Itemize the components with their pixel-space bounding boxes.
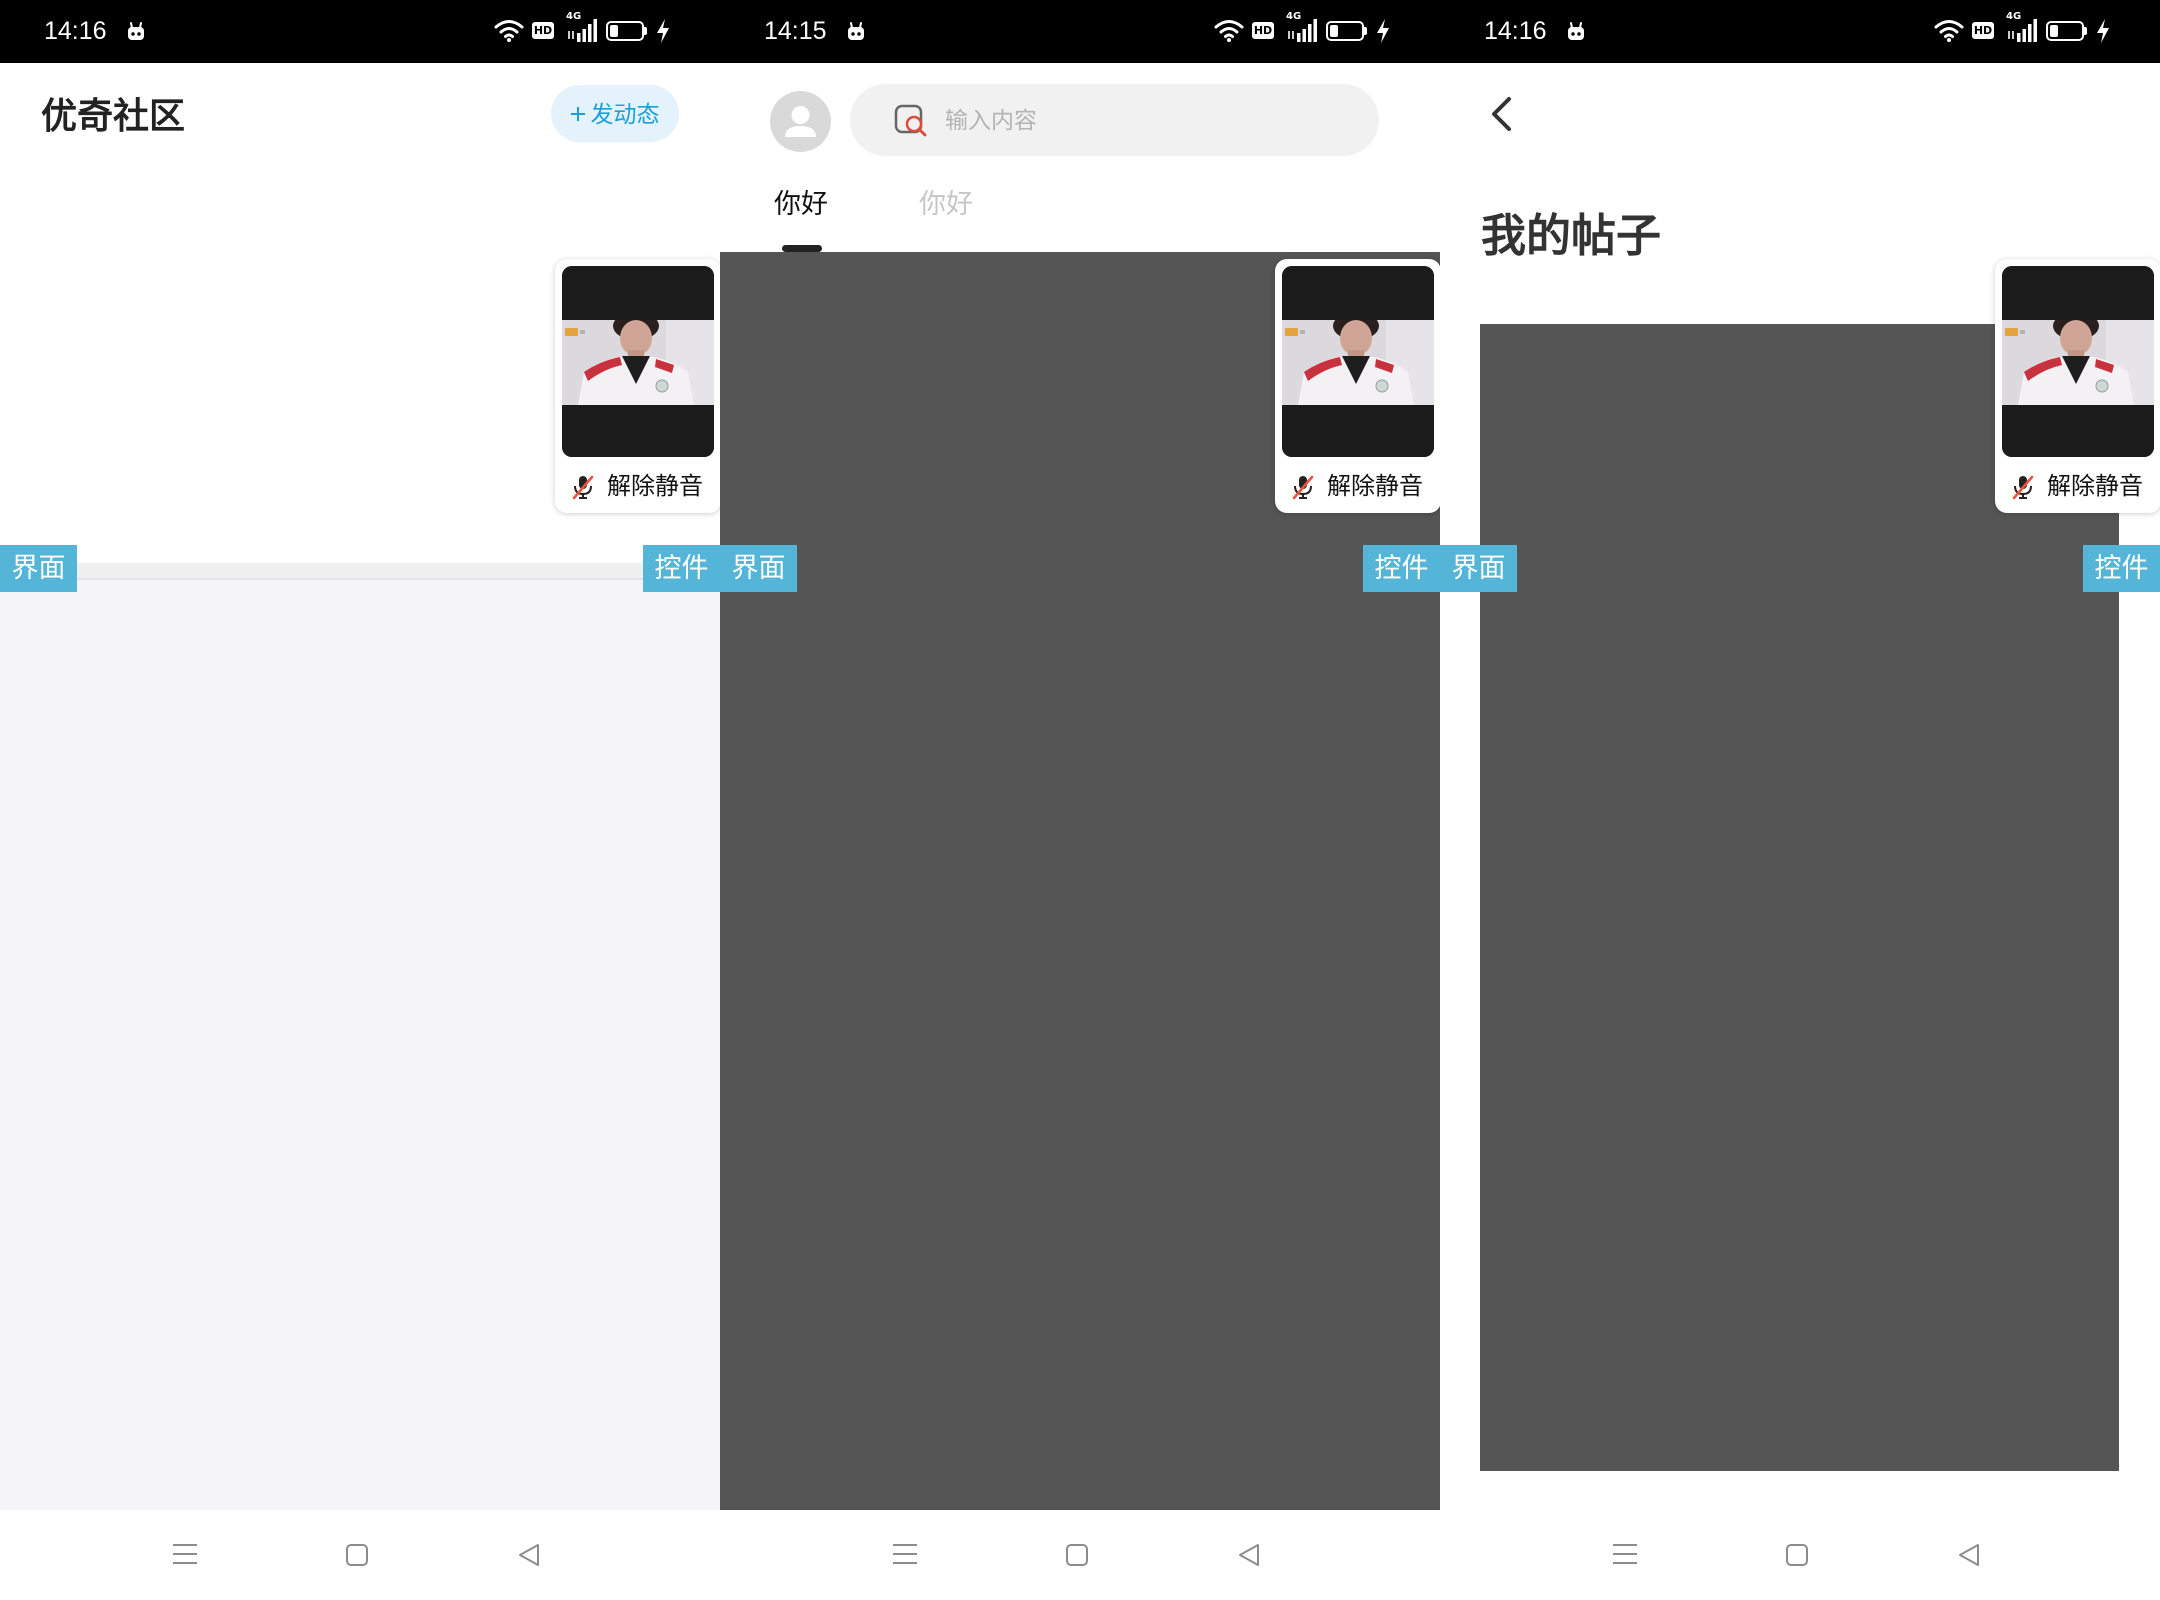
floating-video-window[interactable]: 解除静音 <box>1995 259 2160 513</box>
status-bar: 14:16 HD 4G <box>1440 0 2160 63</box>
debug-tag-widget: 控件 <box>2083 545 2160 592</box>
search-bar[interactable] <box>850 84 1379 156</box>
app-notification-icon <box>125 20 147 42</box>
signal-icon <box>2006 17 2038 43</box>
battery-tip <box>644 27 647 35</box>
floating-video-window[interactable]: 解除静音 <box>555 259 720 513</box>
battery-level <box>2050 25 2058 37</box>
wifi-icon <box>1214 18 1244 42</box>
menu-icon[interactable] <box>892 1543 918 1565</box>
menu-icon[interactable] <box>1612 1543 1638 1565</box>
charging-icon <box>2095 18 2111 44</box>
tab-hello-2[interactable]: 你好 <box>919 186 973 222</box>
mic-off-icon <box>1290 474 1316 500</box>
unmute-button[interactable]: 解除静音 <box>1995 463 2160 509</box>
status-time: 14:15 <box>764 17 827 45</box>
back-icon[interactable] <box>1237 1543 1261 1567</box>
my-posts-screen: 14:16 HD 4G 我的帖子 解除静音 界面 控件 <box>1440 0 2160 1600</box>
back-icon[interactable] <box>517 1543 541 1567</box>
plus-icon <box>570 106 585 121</box>
tab-hello-1[interactable]: 你好 <box>774 186 828 222</box>
status-time: 14:16 <box>1484 17 1547 45</box>
battery-tip <box>1364 27 1367 35</box>
debug-tag-widget: 控件 <box>643 545 720 592</box>
battery-icon <box>606 21 644 41</box>
system-nav-bar <box>720 1510 1440 1600</box>
mic-off-icon <box>570 474 596 500</box>
search-input[interactable] <box>945 84 1355 156</box>
status-time: 14:16 <box>44 17 107 45</box>
search-feed-screen: 14:15 HD 4G 你好 你好 解除静音 界面 控件 <box>720 0 1440 1600</box>
community-home-screen: 14:16 HD 4G 优奇社区 发动态 解除静音 界面 控件 <box>0 0 720 1600</box>
home-icon[interactable] <box>1786 1544 1808 1566</box>
video-feed[interactable] <box>1282 266 1434 457</box>
system-nav-bar <box>1440 1510 2160 1600</box>
floating-video-window[interactable]: 解除静音 <box>1275 259 1440 513</box>
chevron-left-icon[interactable] <box>1486 92 1516 136</box>
mic-off-icon <box>2010 474 2036 500</box>
app-notification-icon <box>845 20 867 42</box>
wifi-icon <box>494 18 524 42</box>
charging-icon <box>655 18 671 44</box>
debug-tag-screen: 界面 <box>1440 545 1517 592</box>
unmute-button-label: 解除静音 <box>1327 473 1423 500</box>
charging-icon <box>1375 18 1391 44</box>
status-bar: 14:15 HD 4G <box>720 0 1440 63</box>
post-button[interactable]: 发动态 <box>551 85 679 142</box>
back-icon[interactable] <box>1957 1543 1981 1567</box>
video-feed[interactable] <box>2002 266 2154 457</box>
hd-icon: HD <box>1252 22 1274 39</box>
video-feed[interactable] <box>562 266 714 457</box>
app-notification-icon <box>1565 20 1587 42</box>
unmute-button[interactable]: 解除静音 <box>555 463 720 509</box>
unmute-button-label: 解除静音 <box>607 473 703 500</box>
battery-level <box>1330 25 1338 37</box>
menu-icon[interactable] <box>172 1543 198 1565</box>
unmute-button-label: 解除静音 <box>2047 473 2143 500</box>
page-title: 优奇社区 <box>41 95 186 136</box>
avatar-icon <box>770 91 831 152</box>
wifi-icon <box>1934 18 1964 42</box>
page-title: 我的帖子 <box>1481 210 1662 261</box>
avatar[interactable] <box>770 91 831 152</box>
debug-tag-screen: 界面 <box>0 545 77 592</box>
section-divider <box>0 563 720 580</box>
battery-tip <box>2084 27 2087 35</box>
search-icon[interactable] <box>894 103 928 137</box>
battery-icon <box>1326 21 1364 41</box>
post-button-label: 发动态 <box>590 100 660 127</box>
unmute-button[interactable]: 解除静音 <box>1275 463 1440 509</box>
debug-tag-widget: 控件 <box>1363 545 1440 592</box>
active-tab-indicator <box>782 245 822 252</box>
hd-icon: HD <box>1972 22 1994 39</box>
battery-icon <box>2046 21 2084 41</box>
feed-content-area <box>0 580 720 1510</box>
home-icon[interactable] <box>1066 1544 1088 1566</box>
signal-icon <box>566 17 598 43</box>
status-bar: 14:16 HD 4G <box>0 0 720 63</box>
system-nav-bar <box>0 1510 720 1600</box>
debug-tag-screen: 界面 <box>720 545 797 592</box>
battery-level <box>610 25 618 37</box>
hd-icon: HD <box>532 22 554 39</box>
signal-icon <box>1286 17 1318 43</box>
home-icon[interactable] <box>346 1544 368 1566</box>
